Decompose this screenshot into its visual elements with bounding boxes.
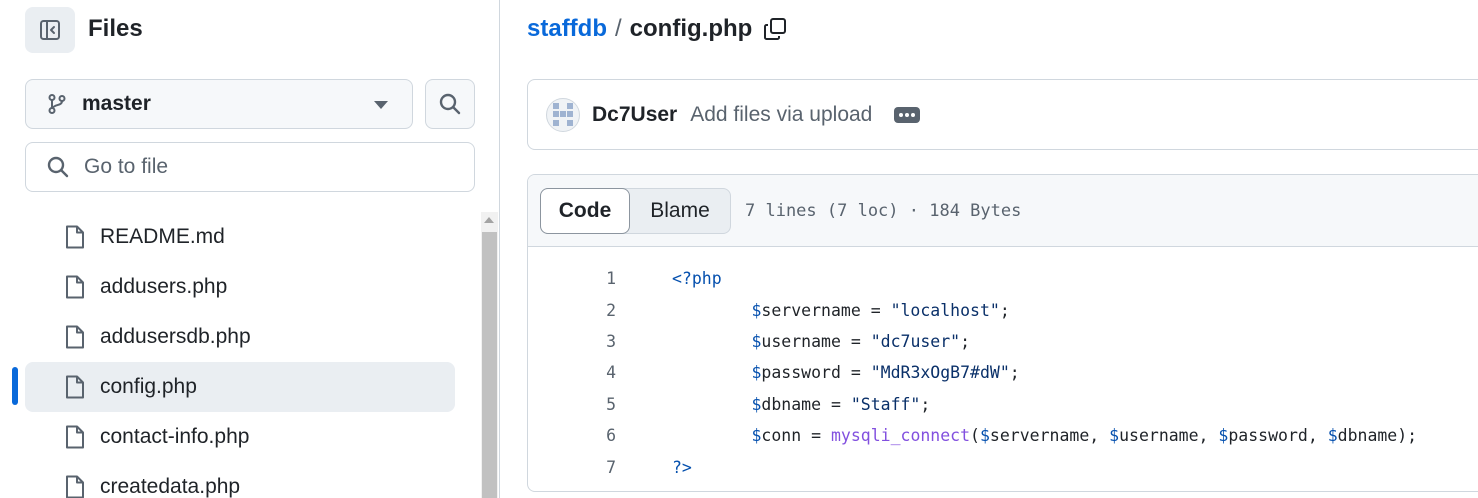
code-line: 1 <?php — [528, 263, 1478, 294]
file-tree-item[interactable]: README.md — [25, 212, 455, 262]
file-name: addusers.php — [100, 275, 228, 298]
tab-blame[interactable]: Blame — [630, 189, 730, 233]
code-text[interactable]: $dbname = "Staff"; — [672, 395, 930, 414]
breadcrumb-file-name: config.php — [629, 15, 753, 42]
git-branch-icon — [46, 93, 68, 115]
code-line: 3 $username = "dc7user"; — [528, 326, 1478, 357]
code-line: 4 $password = "MdR3xOgB7#dW"; — [528, 357, 1478, 388]
tab-code[interactable]: Code — [540, 187, 630, 234]
breadcrumb: staffdb / config.php — [527, 15, 788, 43]
code-text[interactable]: $password = "MdR3xOgB7#dW"; — [672, 363, 1019, 382]
code-text[interactable]: $servername = "localhost"; — [672, 301, 1009, 320]
code-viewer: Code Blame 7 lines (7 loc) · 184 Bytes 1… — [527, 174, 1478, 492]
line-number[interactable]: 6 — [528, 426, 616, 445]
avatar[interactable] — [546, 97, 580, 132]
scroll-up-arrow-icon[interactable] — [484, 217, 494, 223]
code-text[interactable]: $conn = mysqli_connect($servername, $use… — [672, 426, 1417, 445]
line-number[interactable]: 2 — [528, 301, 616, 320]
active-file-indicator — [12, 367, 18, 405]
branch-selector[interactable]: master — [25, 79, 413, 129]
search-files-button[interactable] — [425, 79, 475, 129]
file-icon — [63, 424, 87, 450]
collapse-sidebar-button[interactable] — [25, 7, 75, 53]
commit-message[interactable]: Add files via upload — [690, 103, 872, 127]
code-line: 5 $dbname = "Staff"; — [528, 389, 1478, 420]
file-tree-sidebar: Files master Go to file README.md adduse… — [0, 0, 500, 498]
go-to-file-placeholder: Go to file — [84, 155, 169, 178]
code-line: 7 ?> — [528, 451, 1478, 482]
search-icon — [46, 155, 70, 179]
sidebar-title: Files — [88, 15, 143, 42]
chevron-down-icon — [374, 101, 388, 109]
file-name: addusersdb.php — [100, 325, 251, 348]
file-icon — [63, 374, 87, 400]
file-stats: 7 lines (7 loc) · 184 Bytes — [745, 200, 1022, 221]
line-number[interactable]: 7 — [528, 458, 616, 477]
branch-name: master — [82, 92, 151, 115]
copy-path-icon[interactable] — [762, 16, 788, 42]
line-number[interactable]: 3 — [528, 332, 616, 351]
latest-commit-bar: Dc7User Add files via upload — [527, 79, 1478, 150]
code-line: 2 $servername = "localhost"; — [528, 294, 1478, 325]
code-text[interactable]: ?> — [672, 458, 692, 477]
sidebar-collapse-icon — [38, 18, 62, 42]
file-tree-item[interactable]: addusersdb.php — [25, 312, 455, 362]
file-name: contact-info.php — [100, 425, 250, 448]
file-icon — [63, 474, 87, 498]
expand-commit-ellipsis-icon[interactable] — [894, 106, 921, 123]
commit-author[interactable]: Dc7User — [592, 103, 677, 127]
code-line: 6 $conn = mysqli_connect($servername, $u… — [528, 420, 1478, 451]
code-text[interactable]: <?php — [672, 269, 722, 288]
file-name: config.php — [100, 375, 197, 398]
file-icon — [63, 224, 87, 250]
file-tree-item[interactable]: createdata.php — [25, 462, 455, 498]
file-icon — [63, 274, 87, 300]
file-tree: README.md addusers.php addusersdb.php co… — [25, 212, 455, 498]
code-viewer-header: Code Blame 7 lines (7 loc) · 184 Bytes — [528, 175, 1478, 247]
line-number[interactable]: 4 — [528, 363, 616, 382]
code-text[interactable]: $username = "dc7user"; — [672, 332, 970, 351]
go-to-file-input[interactable]: Go to file — [25, 142, 475, 192]
view-mode-toggle: Code Blame — [540, 187, 731, 234]
line-number[interactable]: 1 — [528, 269, 616, 288]
file-tree-item[interactable]: addusers.php — [25, 262, 455, 312]
file-tree-item-active[interactable]: config.php — [25, 362, 455, 412]
code-lines: 1 <?php 2 $servername = "localhost"; 3 $… — [528, 247, 1478, 483]
line-number[interactable]: 5 — [528, 395, 616, 414]
file-icon — [63, 324, 87, 350]
search-icon — [438, 92, 462, 116]
file-tree-item[interactable]: contact-info.php — [25, 412, 455, 462]
file-name: README.md — [100, 225, 225, 248]
file-name: createdata.php — [100, 475, 241, 498]
scrollbar-thumb[interactable] — [482, 232, 497, 498]
breadcrumb-separator: / — [615, 15, 622, 42]
breadcrumb-repo-link[interactable]: staffdb — [527, 15, 607, 43]
